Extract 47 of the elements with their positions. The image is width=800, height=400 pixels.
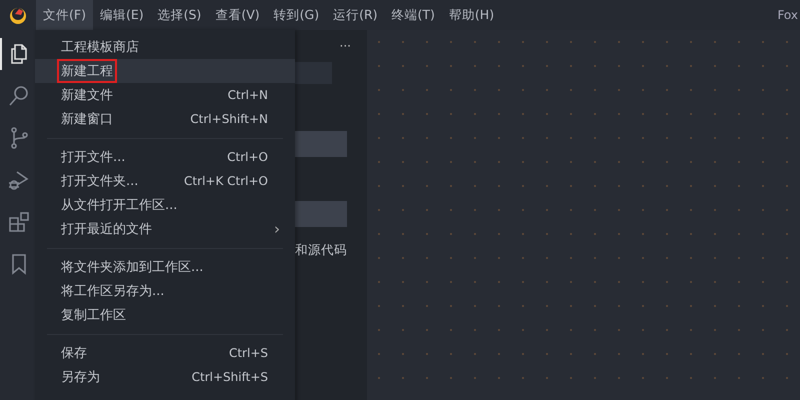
menu-item[interactable]: 帮助(H) bbox=[442, 0, 502, 30]
menu-option[interactable]: 另存为 Ctrl+Shift+S bbox=[35, 365, 295, 389]
menu-option-label: 打开文件夹... bbox=[60, 173, 140, 191]
menu-option[interactable]: 新建窗口 Ctrl+Shift+N bbox=[35, 107, 295, 131]
menu-option-label: 新建窗口 bbox=[60, 111, 114, 129]
menu-option[interactable]: 新建工程 bbox=[35, 59, 295, 83]
menu-option-label: 新建工程 bbox=[57, 59, 117, 83]
shortcut-text: Ctrl+Shift+S bbox=[192, 370, 268, 384]
panel-text: 和源代码 bbox=[295, 242, 348, 259]
placeholder-block bbox=[295, 201, 347, 227]
shortcut-text: Ctrl+S bbox=[228, 346, 268, 360]
menu-item[interactable]: 编辑(E) bbox=[92, 0, 151, 30]
menu-item[interactable]: 运行(R) bbox=[326, 0, 385, 30]
menu-option-label: 打开文件... bbox=[60, 149, 126, 167]
menu-option[interactable]: 工程模板商店 bbox=[35, 35, 295, 59]
menu-option-label: 复制工作区 bbox=[60, 307, 127, 325]
shortcut-text: Ctrl+K Ctrl+O bbox=[184, 174, 268, 188]
menu-item[interactable]: 转到(G) bbox=[266, 0, 326, 30]
menu-option[interactable]: 从文件打开工作区... bbox=[35, 193, 295, 217]
menu-option[interactable]: 将工作区另存为... bbox=[35, 279, 295, 303]
logo-icon bbox=[8, 5, 28, 25]
shortcut-text: Ctrl+N bbox=[228, 88, 268, 102]
menu-option-label: 另存为 bbox=[60, 369, 101, 387]
menu-option[interactable]: 保存 Ctrl+S bbox=[35, 341, 295, 365]
menu-option[interactable]: 打开文件... Ctrl+O bbox=[35, 145, 295, 169]
menu-option-label: 新建文件 bbox=[60, 87, 114, 105]
menu-option[interactable]: 将文件夹添加到工作区... bbox=[35, 255, 295, 279]
more-icon[interactable]: ··· bbox=[340, 39, 351, 53]
menu-option-label: 保存 bbox=[60, 345, 88, 363]
menu-item[interactable]: 选择(S) bbox=[150, 0, 208, 30]
menu-option[interactable]: 新建文件 Ctrl+N bbox=[35, 83, 295, 107]
app-name: Fox bbox=[777, 8, 798, 22]
shortcut-text: Ctrl+Shift+N bbox=[190, 112, 268, 126]
menu-option[interactable]: 复制工作区 bbox=[35, 303, 295, 327]
placeholder-block bbox=[295, 131, 347, 157]
menu-option-label: 从文件打开工作区... bbox=[60, 197, 178, 215]
menu-option-label: 打开最近的文件 bbox=[60, 221, 153, 239]
menu-option[interactable]: 打开最近的文件 › bbox=[35, 217, 295, 241]
menu-option-label: 工程模板商店 bbox=[60, 39, 140, 57]
menu-item[interactable]: 查看(V) bbox=[208, 0, 267, 30]
submenu-arrow-icon: › bbox=[274, 220, 280, 238]
menu-item[interactable]: 终端(T) bbox=[384, 0, 442, 30]
menu-option-label: 将工作区另存为... bbox=[60, 283, 166, 301]
menu-option-label: 将文件夹添加到工作区... bbox=[60, 259, 204, 277]
menu-option[interactable]: 打开文件夹... Ctrl+K Ctrl+O bbox=[35, 169, 295, 193]
menu-item[interactable]: 文件(F) bbox=[36, 0, 93, 30]
shortcut-text: Ctrl+O bbox=[227, 150, 268, 164]
